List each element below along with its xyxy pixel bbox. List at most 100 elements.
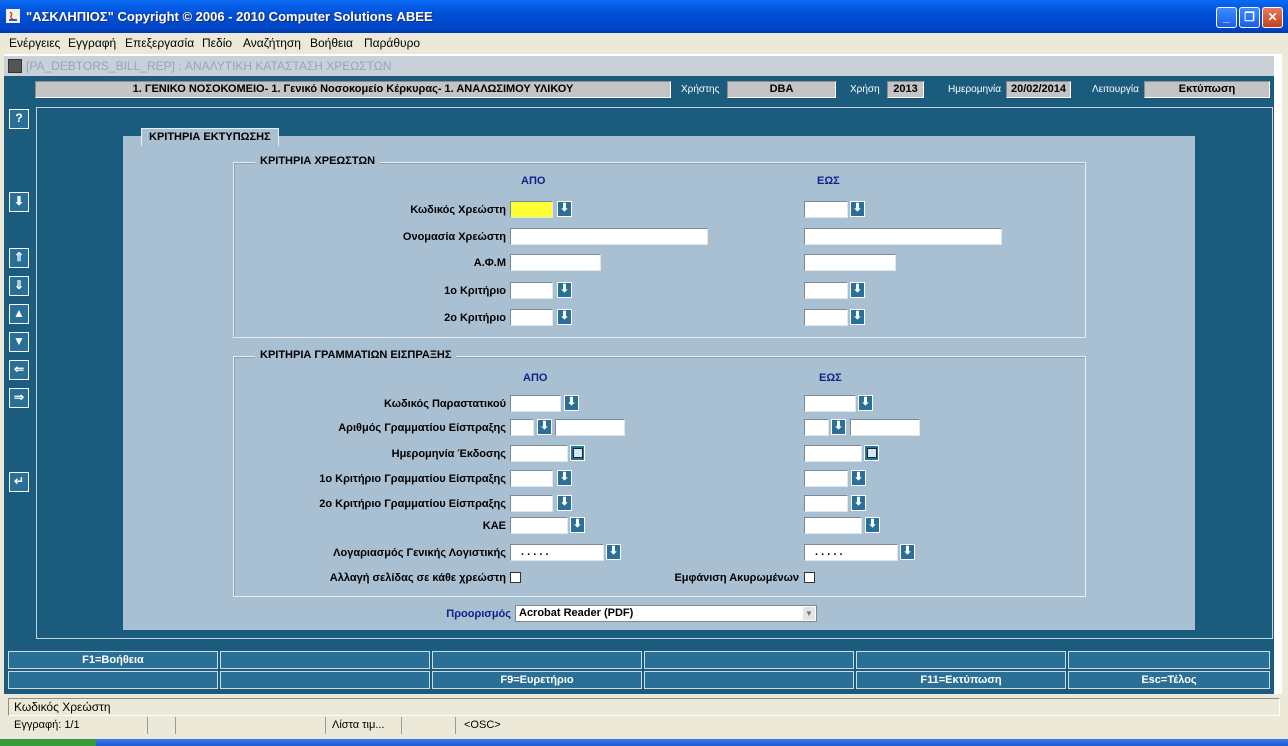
menu-help[interactable]: Βοήθεια bbox=[310, 36, 353, 50]
debtor-criterion2-to-input[interactable] bbox=[804, 309, 848, 326]
fkey-slot-row1-3[interactable] bbox=[432, 651, 642, 669]
issue-date-from-input[interactable] bbox=[510, 445, 568, 462]
afm-to-input[interactable] bbox=[804, 254, 896, 271]
receipt-series-to-input[interactable] bbox=[804, 419, 829, 436]
status-cell-empty-2 bbox=[176, 717, 326, 734]
kae-from-input[interactable] bbox=[510, 517, 568, 534]
afm-from-input[interactable] bbox=[510, 254, 601, 271]
esc-exit-key[interactable]: Esc=Τέλος bbox=[1068, 671, 1270, 689]
debtors-to-header: ΕΩΣ bbox=[817, 175, 840, 187]
document-code-from-lov-icon[interactable]: ⬇ bbox=[564, 395, 579, 411]
kae-to-lov-icon[interactable]: ⬇ bbox=[865, 517, 880, 533]
afm-label: Α.Φ.Μ bbox=[473, 257, 506, 269]
minimize-button[interactable]: _ bbox=[1216, 7, 1237, 28]
java-app-icon bbox=[6, 9, 20, 23]
kae-to-input[interactable] bbox=[804, 517, 862, 534]
previous-record-button[interactable]: ▲ bbox=[9, 304, 29, 324]
debtor-code-from-input[interactable] bbox=[510, 201, 553, 218]
receipt-series-to-lov-icon[interactable]: ⬇ bbox=[831, 419, 846, 435]
receipt-criterion2-to-input[interactable] bbox=[804, 495, 848, 512]
status-area: Κωδικός Χρεώστη Εγγραφή: 1/1 Λίστα τιμ..… bbox=[0, 696, 1288, 738]
restore-button[interactable]: ❐ bbox=[1239, 7, 1260, 28]
gl-account-to-input[interactable]: . . . . . bbox=[804, 544, 898, 561]
receipt-criterion2-from-input[interactable] bbox=[510, 495, 553, 512]
receipt-series-from-lov-icon[interactable]: ⬇ bbox=[537, 419, 552, 435]
show-cancelled-checkbox[interactable] bbox=[804, 572, 815, 583]
undo-button[interactable]: ↵ bbox=[9, 472, 29, 492]
debtor-criterion2-to-lov-icon[interactable]: ⬇ bbox=[850, 309, 865, 325]
debtor-code-to-input[interactable] bbox=[804, 201, 848, 218]
receipt-criterion2-to-lov-icon[interactable]: ⬇ bbox=[851, 495, 866, 511]
receipt-criterion1-from-input[interactable] bbox=[510, 470, 553, 487]
debtor-name-to-input[interactable] bbox=[804, 228, 1002, 245]
debtor-criterion2-from-lov-icon[interactable]: ⬇ bbox=[557, 309, 572, 325]
receipt-criterion1-to-input[interactable] bbox=[804, 470, 848, 487]
criteria-tab[interactable]: ΚΡΙΤΗΡΙΑ ΕΚΤΥΠΩΣΗΣ bbox=[141, 128, 279, 146]
debtor-criterion1-from-input[interactable] bbox=[510, 282, 553, 299]
fkey-slot-row1-4[interactable] bbox=[644, 651, 854, 669]
destination-select[interactable]: Acrobat Reader (PDF) ▼ bbox=[515, 605, 817, 622]
chevron-down-icon[interactable]: ▼ bbox=[803, 607, 815, 620]
menu-window[interactable]: Παράθυρο bbox=[364, 36, 420, 50]
organization-unit-field: 1. ΓΕΝΙΚΟ ΝΟΣΟΚΟΜΕΙΟ- 1. Γενικό Νοσοκομε… bbox=[35, 81, 671, 98]
document-code-from-input[interactable] bbox=[510, 395, 561, 412]
fkey-slot-row2-4[interactable] bbox=[644, 671, 854, 689]
menu-field[interactable]: Πεδίο bbox=[202, 36, 232, 50]
debtor-code-to-lov-icon[interactable]: ⬇ bbox=[850, 201, 865, 217]
field-hint: Κωδικός Χρεώστη bbox=[8, 698, 1280, 716]
menu-record[interactable]: Εγγραφή bbox=[68, 36, 116, 50]
debtor-criterion1-to-lov-icon[interactable]: ⬇ bbox=[850, 282, 865, 298]
debtor-code-from-lov-icon[interactable]: ⬇ bbox=[557, 201, 572, 217]
fkey-slot-row2-1[interactable] bbox=[8, 671, 218, 689]
list-of-values-button[interactable]: ⬇ bbox=[9, 192, 29, 212]
previous-block-button[interactable]: ⇐ bbox=[9, 360, 29, 380]
kae-from-lov-icon[interactable]: ⬇ bbox=[570, 517, 585, 533]
fkey-slot-row1-2[interactable] bbox=[220, 651, 430, 669]
fkey-slot-row1-5[interactable] bbox=[856, 651, 1066, 669]
page-break-checkbox[interactable] bbox=[510, 572, 521, 583]
next-record-button[interactable]: ▼ bbox=[9, 332, 29, 352]
next-block-button[interactable]: ⇒ bbox=[9, 388, 29, 408]
help-button[interactable]: ? bbox=[9, 109, 29, 129]
receipt-series-from-input[interactable] bbox=[510, 419, 534, 436]
gl-account-from-lov-icon[interactable]: ⬇ bbox=[606, 544, 621, 560]
receipt-criterion1-label: 1ο Κριτήριο Γραμματίου Είσπραξης bbox=[319, 473, 506, 485]
form-icon bbox=[8, 59, 22, 73]
document-code-to-lov-icon[interactable]: ⬇ bbox=[858, 395, 873, 411]
menu-search[interactable]: Αναζήτηση bbox=[243, 36, 301, 50]
last-record-button[interactable]: ⇓ bbox=[9, 276, 29, 296]
f9-index-key[interactable]: F9=Ευρετήριο bbox=[432, 671, 642, 689]
status-cell-empty-3 bbox=[402, 717, 456, 734]
receipt-number-to-input[interactable] bbox=[850, 419, 920, 436]
f1-help-key[interactable]: F1=Βοήθεια bbox=[8, 651, 218, 669]
debtor-criterion1-to-input[interactable] bbox=[804, 282, 848, 299]
form-title-bar[interactable]: [PA_DEBTORS_BILL_REP] : ΑΝΑΛΥΤΙΚΗ ΚΑΤΑΣΤ… bbox=[4, 56, 1274, 76]
menu-edit[interactable]: Επεξεργασία bbox=[125, 36, 194, 50]
gl-account-to-lov-icon[interactable]: ⬇ bbox=[900, 544, 915, 560]
close-button[interactable]: ✕ bbox=[1262, 7, 1283, 28]
window-title-bar[interactable]: "ΑΣΚΛΗΠΙΟΣ" Copyright © 2006 - 2010 Comp… bbox=[0, 0, 1288, 33]
issue-date-to-calendar-icon[interactable] bbox=[864, 445, 879, 461]
debtor-criterion1-from-lov-icon[interactable]: ⬇ bbox=[557, 282, 572, 298]
menu-actions[interactable]: Ενέργειες bbox=[9, 36, 60, 50]
receipt-criterion2-from-lov-icon[interactable]: ⬇ bbox=[557, 495, 572, 511]
destination-label: Προορισμός bbox=[446, 608, 511, 620]
gl-account-from-input[interactable]: . . . . . bbox=[510, 544, 604, 561]
debtors-criteria-group bbox=[233, 162, 1086, 338]
fkey-slot-row2-2[interactable] bbox=[220, 671, 430, 689]
start-button[interactable] bbox=[0, 739, 96, 746]
debtor-criterion2-from-input[interactable] bbox=[510, 309, 553, 326]
first-record-button[interactable]: ⇑ bbox=[9, 248, 29, 268]
receipt-criterion1-from-lov-icon[interactable]: ⬇ bbox=[557, 470, 572, 486]
receipt-criterion2-label: 2ο Κριτήριο Γραμματίου Είσπραξης bbox=[319, 498, 506, 510]
issue-date-to-input[interactable] bbox=[804, 445, 862, 462]
receipt-criterion1-to-lov-icon[interactable]: ⬇ bbox=[851, 470, 866, 486]
receipt-number-from-input[interactable] bbox=[555, 419, 625, 436]
f11-print-key[interactable]: F11=Εκτύπωση bbox=[856, 671, 1066, 689]
debtor-name-from-input[interactable] bbox=[510, 228, 708, 245]
issue-date-from-calendar-icon[interactable] bbox=[570, 445, 585, 461]
kae-label: ΚΑΕ bbox=[482, 520, 506, 532]
document-code-to-input[interactable] bbox=[804, 395, 856, 412]
fkey-slot-row1-6[interactable] bbox=[1068, 651, 1270, 669]
destination-value: Acrobat Reader (PDF) bbox=[519, 607, 634, 619]
